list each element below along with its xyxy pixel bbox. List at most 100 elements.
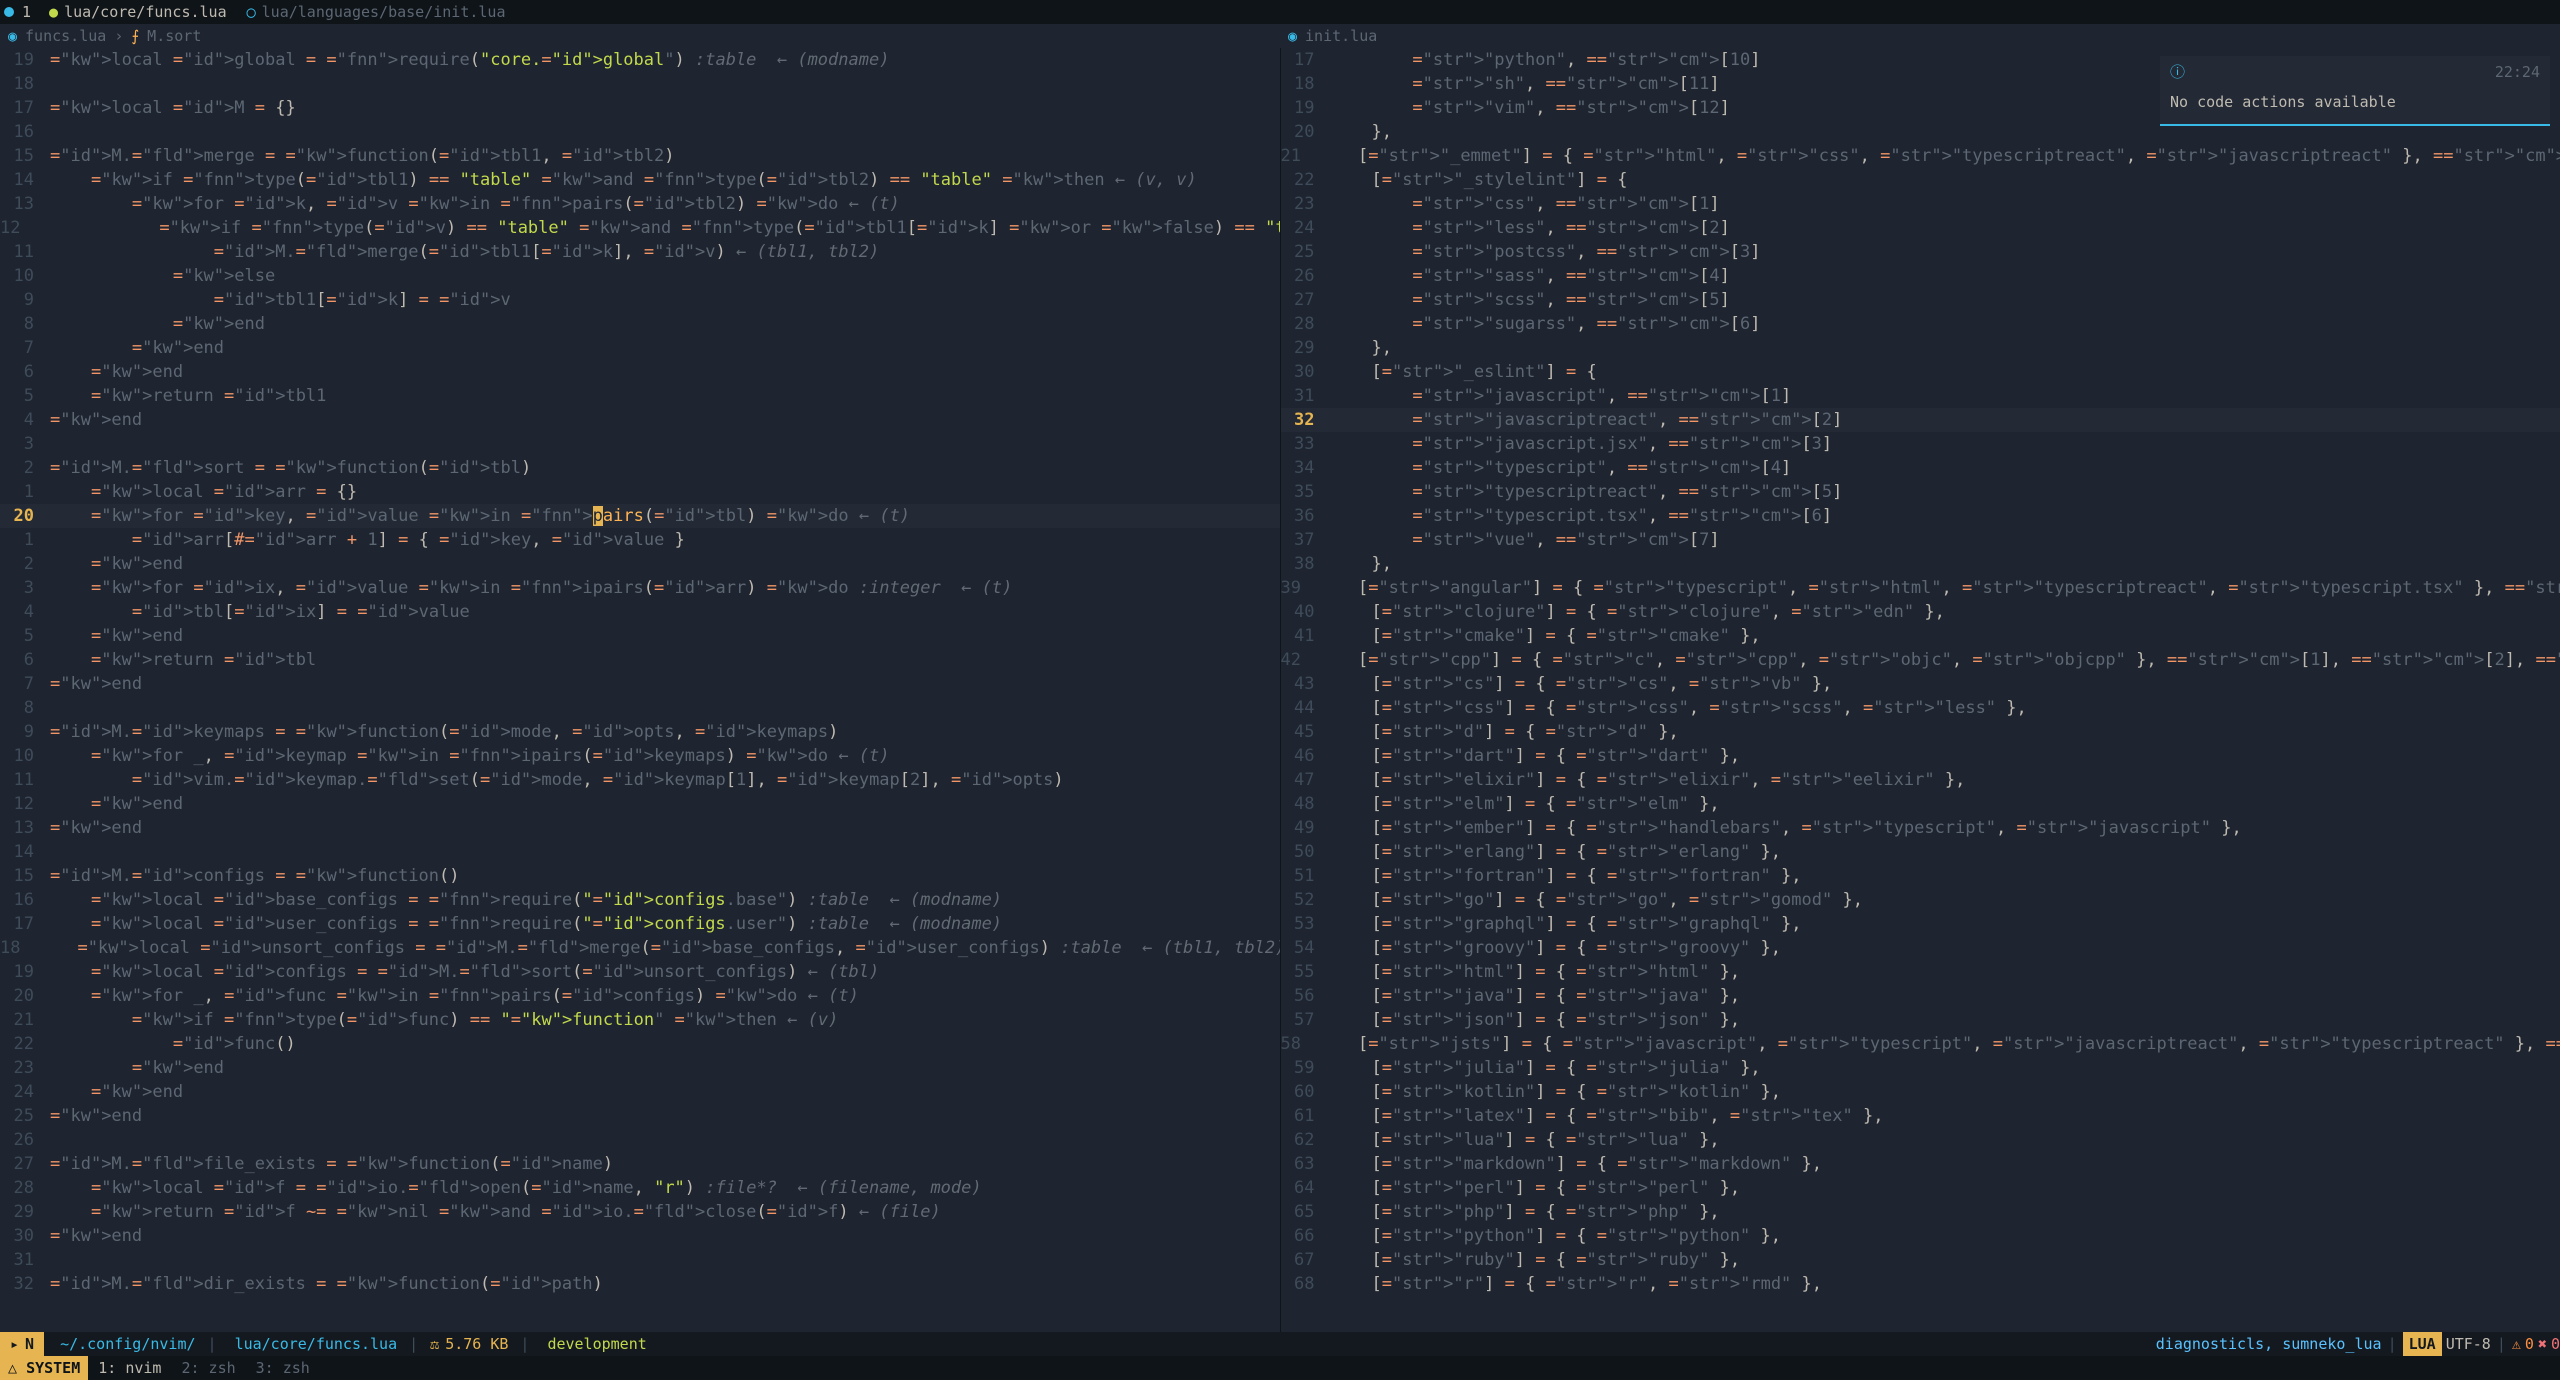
- code-line[interactable]: 7="kw">end: [0, 672, 1280, 696]
- code-line[interactable]: 33 ="str">"javascript.jsx", =="str">"cm"…: [1281, 432, 2560, 456]
- code-line[interactable]: 23 ="str">"css", =="str">"cm">[1]: [1281, 192, 2560, 216]
- code-line[interactable]: 32="id">M.="fld">dir_exists = ="kw">func…: [0, 1272, 1280, 1296]
- code-line[interactable]: 14: [0, 840, 1280, 864]
- code-line[interactable]: 66 [="str">"python"] = { ="str">"python"…: [1281, 1224, 2560, 1248]
- code-line[interactable]: 42 [="str">"cpp"] = { ="str">"c", ="str"…: [1281, 648, 2560, 672]
- code-line[interactable]: 52 [="str">"go"] = { ="str">"go", ="str"…: [1281, 888, 2560, 912]
- code-line[interactable]: 21 ="kw">if ="fnn">type(="id">func) == "…: [0, 1008, 1280, 1032]
- code-line[interactable]: 40 [="str">"clojure"] = { ="str">"clojur…: [1281, 600, 2560, 624]
- code-line[interactable]: 22 ="id">func(): [0, 1032, 1280, 1056]
- buffer-tab-init[interactable]: ◯ lua/languages/base/init.lua: [237, 0, 516, 24]
- code-line[interactable]: 30="kw">end: [0, 1224, 1280, 1248]
- code-line[interactable]: 17="kw">local ="id">M = {}: [0, 96, 1280, 120]
- code-line[interactable]: 45 [="str">"d"] = { ="str">"d" },: [1281, 720, 2560, 744]
- code-line[interactable]: 43 [="str">"cs"] = { ="str">"cs", ="str"…: [1281, 672, 2560, 696]
- code-line[interactable]: 20 ="kw">for _, ="id">func ="kw">in ="fn…: [0, 984, 1280, 1008]
- code-line[interactable]: 6 ="kw">return ="id">tbl: [0, 648, 1280, 672]
- code-line[interactable]: 48 [="str">"elm"] = { ="str">"elm" },: [1281, 792, 2560, 816]
- code-line[interactable]: 61 [="str">"latex"] = { ="str">"bib", ="…: [1281, 1104, 2560, 1128]
- code-line[interactable]: 50 [="str">"erlang"] = { ="str">"erlang"…: [1281, 840, 2560, 864]
- code-line[interactable]: 21 [="str">"_emmet"] = { ="str">"html", …: [1281, 144, 2560, 168]
- code-line[interactable]: 2="id">M.="fld">sort = ="kw">function(="…: [0, 456, 1280, 480]
- editor-pane-right[interactable]: ⓘ 22:24 No code actions available 17 ="s…: [1281, 48, 2560, 1332]
- tmux-window[interactable]: 2: zsh: [171, 1359, 245, 1377]
- code-line[interactable]: 2 ="kw">end: [0, 552, 1280, 576]
- code-line[interactable]: 60 [="str">"kotlin"] = { ="str">"kotlin"…: [1281, 1080, 2560, 1104]
- code-line[interactable]: 63 [="str">"markdown"] = { ="str">"markd…: [1281, 1152, 2560, 1176]
- code-line[interactable]: 16: [0, 120, 1280, 144]
- code-line[interactable]: 15="id">M.="id">configs = ="kw">function…: [0, 864, 1280, 888]
- code-line[interactable]: 1 ="kw">local ="id">arr = {}: [0, 480, 1280, 504]
- code-line[interactable]: 29 },: [1281, 336, 2560, 360]
- code-line[interactable]: 28 ="kw">local ="id">f = ="id">io.="fld"…: [0, 1176, 1280, 1200]
- code-line[interactable]: 49 [="str">"ember"] = { ="str">"handleba…: [1281, 816, 2560, 840]
- code-line[interactable]: 51 [="str">"fortran"] = { ="str">"fortra…: [1281, 864, 2560, 888]
- code-line[interactable]: 68 [="str">"r"] = { ="str">"r", ="str">"…: [1281, 1272, 2560, 1296]
- code-line[interactable]: 13="kw">end: [0, 816, 1280, 840]
- code-line[interactable]: 34 ="str">"typescript", =="str">"cm">[4]: [1281, 456, 2560, 480]
- code-line[interactable]: 27 ="str">"scss", =="str">"cm">[5]: [1281, 288, 2560, 312]
- code-line[interactable]: 59 [="str">"julia"] = { ="str">"julia" }…: [1281, 1056, 2560, 1080]
- code-line[interactable]: 32 ="str">"javascriptreact", =="str">"cm…: [1281, 408, 2560, 432]
- code-line[interactable]: 36 ="str">"typescript.tsx", =="str">"cm"…: [1281, 504, 2560, 528]
- code-line[interactable]: 8: [0, 696, 1280, 720]
- code-line[interactable]: 17 ="kw">local ="id">user_configs = ="fn…: [0, 912, 1280, 936]
- code-line[interactable]: 28 ="str">"sugarss", =="str">"cm">[6]: [1281, 312, 2560, 336]
- code-line[interactable]: 18 ="kw">local ="id">unsort_configs = ="…: [0, 936, 1280, 960]
- code-line[interactable]: 5 ="kw">return ="id">tbl1: [0, 384, 1280, 408]
- code-line[interactable]: 6 ="kw">end: [0, 360, 1280, 384]
- code-line[interactable]: 58 [="str">"jsts"] = { ="str">"javascrip…: [1281, 1032, 2560, 1056]
- code-line[interactable]: 38 },: [1281, 552, 2560, 576]
- code-line[interactable]: 8 ="kw">end: [0, 312, 1280, 336]
- code-line[interactable]: 56 [="str">"java"] = { ="str">"java" },: [1281, 984, 2560, 1008]
- code-line[interactable]: 26 ="str">"sass", =="str">"cm">[4]: [1281, 264, 2560, 288]
- code-line[interactable]: 24 ="kw">end: [0, 1080, 1280, 1104]
- code-line[interactable]: 57 [="str">"json"] = { ="str">"json" },: [1281, 1008, 2560, 1032]
- code-line[interactable]: 35 ="str">"typescriptreact", =="str">"cm…: [1281, 480, 2560, 504]
- code-line[interactable]: 31 ="str">"javascript", =="str">"cm">[1]: [1281, 384, 2560, 408]
- code-line[interactable]: 25 ="str">"postcss", =="str">"cm">[3]: [1281, 240, 2560, 264]
- code-line[interactable]: 12 ="kw">end: [0, 792, 1280, 816]
- code-line[interactable]: 37 ="str">"vue", =="str">"cm">[7]: [1281, 528, 2560, 552]
- tmux-window[interactable]: 3: zsh: [246, 1359, 320, 1377]
- code-line[interactable]: 31: [0, 1248, 1280, 1272]
- code-line[interactable]: 46 [="str">"dart"] = { ="str">"dart" },: [1281, 744, 2560, 768]
- code-line[interactable]: 54 [="str">"groovy"] = { ="str">"groovy"…: [1281, 936, 2560, 960]
- code-line[interactable]: 26: [0, 1128, 1280, 1152]
- code-line[interactable]: 55 [="str">"html"] = { ="str">"html" },: [1281, 960, 2560, 984]
- code-line[interactable]: 19="kw">local ="id">global = ="fnn">requ…: [0, 48, 1280, 72]
- buffer-tab-funcs[interactable]: ● lua/core/funcs.lua: [39, 0, 237, 24]
- code-line[interactable]: 24 ="str">"less", =="str">"cm">[2]: [1281, 216, 2560, 240]
- code-line[interactable]: 25="kw">end: [0, 1104, 1280, 1128]
- code-line[interactable]: 10 ="kw">else: [0, 264, 1280, 288]
- code-line[interactable]: 11 ="id">vim.="id">keymap.="fld">set(="i…: [0, 768, 1280, 792]
- code-line[interactable]: 3 ="kw">for ="id">ix, ="id">value ="kw">…: [0, 576, 1280, 600]
- code-line[interactable]: 16 ="kw">local ="id">base_configs = ="fn…: [0, 888, 1280, 912]
- code-line[interactable]: 4 ="id">tbl[="id">ix] = ="id">value: [0, 600, 1280, 624]
- tmux-window[interactable]: 1: nvim: [88, 1359, 171, 1377]
- code-line[interactable]: 64 [="str">"perl"] = { ="str">"perl" },: [1281, 1176, 2560, 1200]
- code-line[interactable]: 30 [="str">"_eslint"] = {: [1281, 360, 2560, 384]
- code-line[interactable]: 20 ="kw">for ="id">key, ="id">value ="kw…: [0, 504, 1280, 528]
- code-line[interactable]: 4="kw">end: [0, 408, 1280, 432]
- code-line[interactable]: 13 ="kw">for ="id">k, ="id">v ="kw">in =…: [0, 192, 1280, 216]
- code-line[interactable]: 12 ="kw">if ="fnn">type(="id">v) == "tab…: [0, 216, 1280, 240]
- code-line[interactable]: 23 ="kw">end: [0, 1056, 1280, 1080]
- code-line[interactable]: 47 [="str">"elixir"] = { ="str">"elixir"…: [1281, 768, 2560, 792]
- code-line[interactable]: 41 [="str">"cmake"] = { ="str">"cmake" }…: [1281, 624, 2560, 648]
- tmux-session[interactable]: △ SYSTEM: [0, 1356, 88, 1380]
- code-line[interactable]: 67 [="str">"ruby"] = { ="str">"ruby" },: [1281, 1248, 2560, 1272]
- code-line[interactable]: 3: [0, 432, 1280, 456]
- code-line[interactable]: 15="id">M.="fld">merge = ="kw">function(…: [0, 144, 1280, 168]
- code-line[interactable]: 27="id">M.="fld">file_exists = ="kw">fun…: [0, 1152, 1280, 1176]
- code-line[interactable]: 29 ="kw">return ="id">f ~= ="kw">nil ="k…: [0, 1200, 1280, 1224]
- code-line[interactable]: 39 [="str">"angular"] = { ="str">"typesc…: [1281, 576, 2560, 600]
- code-line[interactable]: 10 ="kw">for _, ="id">keymap ="kw">in ="…: [0, 744, 1280, 768]
- code-line[interactable]: 11 ="id">M.="fld">merge(="id">tbl1[="id"…: [0, 240, 1280, 264]
- code-line[interactable]: 14 ="kw">if ="fnn">type(="id">tbl1) == "…: [0, 168, 1280, 192]
- code-line[interactable]: 18: [0, 72, 1280, 96]
- code-line[interactable]: 7 ="kw">end: [0, 336, 1280, 360]
- code-line[interactable]: 19 ="kw">local ="id">configs = ="id">M.=…: [0, 960, 1280, 984]
- code-line[interactable]: 22 [="str">"_stylelint"] = {: [1281, 168, 2560, 192]
- code-line[interactable]: 1 ="id">arr[#="id">arr + 1] = { ="id">ke…: [0, 528, 1280, 552]
